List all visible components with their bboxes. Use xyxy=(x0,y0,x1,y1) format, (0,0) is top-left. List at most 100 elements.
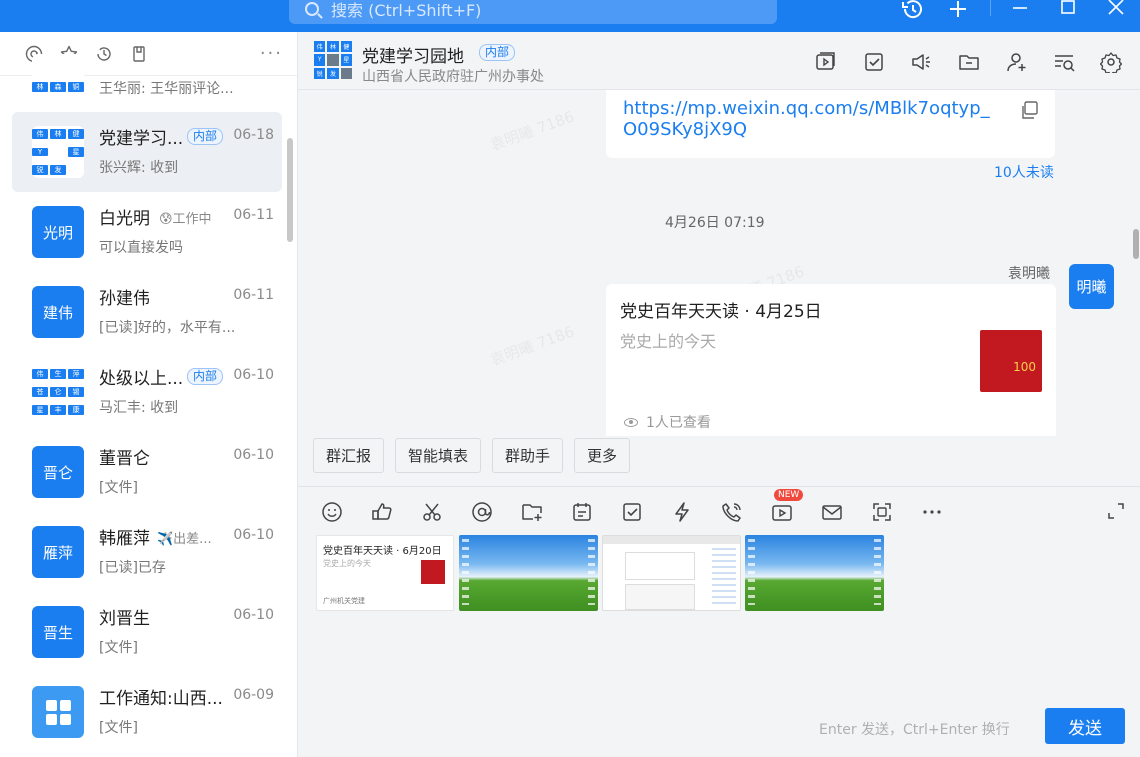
card-title: 党史百年天天读 · 4月25日 xyxy=(620,302,822,322)
conversation-preview: 王华丽: 王华丽评论... xyxy=(99,81,234,97)
chat-subtitle: 山西省人民政府驻广州办事处 xyxy=(362,69,544,85)
conversation-item[interactable]: 工作通知:山西... 06-09 [文件] xyxy=(12,672,282,752)
conversation-name: 刘晋生 xyxy=(99,609,150,629)
flash-icon[interactable] xyxy=(669,499,695,525)
conversation-preview: [文件] xyxy=(99,480,138,496)
maximize-icon[interactable] xyxy=(1054,0,1082,20)
scan-icon[interactable] xyxy=(869,499,895,525)
conversation-date: 06-18 xyxy=(233,127,274,143)
send-button[interactable]: 发送 xyxy=(1045,708,1125,744)
more-actions-button[interactable]: 更多 xyxy=(574,438,631,473)
screenshot-icon[interactable] xyxy=(419,499,445,525)
schedule-icon[interactable] xyxy=(569,499,595,525)
sender-name: 袁明曦 xyxy=(1008,266,1050,282)
search-history-icon[interactable] xyxy=(1052,50,1076,74)
conversation-date: 06-10 xyxy=(233,607,274,623)
add-folder-icon[interactable] xyxy=(519,499,545,525)
conversation-item[interactable]: 晋生 刘晋生 06-10 [文件] xyxy=(12,592,282,672)
title-bar: 搜索 (Ctrl+Shift+F) xyxy=(0,0,1140,32)
group-report-button[interactable]: 群汇报 xyxy=(313,438,385,473)
conversation-item[interactable]: 光明 白光明 😰工作中 06-11 可以直接发吗 xyxy=(12,192,282,272)
new-badge: NEW xyxy=(774,489,804,501)
message-link[interactable]: https://mp.weixin.qq.com/s/MBlk7oqtyp_O0… xyxy=(623,98,1003,140)
internal-tag: 内部 xyxy=(187,368,224,385)
sender-avatar[interactable]: 明曦 xyxy=(1069,264,1114,309)
conversation-preview: [已读]已存 xyxy=(99,560,166,576)
attachment-thumbnail[interactable] xyxy=(459,535,598,611)
attachment-thumbnail[interactable]: 党史百年天天读 · 6月20日 党史上的今天 广州机关党建 xyxy=(316,535,454,611)
task-icon[interactable] xyxy=(862,50,886,74)
smart-form-button[interactable]: 智能填表 xyxy=(395,438,482,473)
conversation-name: 党建学习... xyxy=(99,129,184,149)
message-scrollbar[interactable] xyxy=(1133,229,1139,259)
at-icon[interactable] xyxy=(469,499,495,525)
conversation-date: 06-10 xyxy=(233,367,274,383)
like-icon[interactable] xyxy=(369,499,395,525)
user-status: ✈️出差... xyxy=(157,532,212,547)
quick-actions: 群汇报 智能填表 群助手 更多 xyxy=(313,438,631,473)
watermark: 袁明曦 7186 xyxy=(487,107,577,155)
add-icon[interactable] xyxy=(944,0,972,20)
group-assistant-button[interactable]: 群助手 xyxy=(492,438,564,473)
title-bar-divider xyxy=(990,0,991,16)
sidebar-scrollbar[interactable] xyxy=(287,138,293,242)
user-avatar: 雁萍 xyxy=(32,526,84,578)
link-message[interactable]: https://mp.weixin.qq.com/s/MBlk7oqtyp_O0… xyxy=(606,90,1055,158)
conversation-name: 孙建伟 xyxy=(99,289,150,309)
copy-icon[interactable] xyxy=(1019,100,1039,120)
watermark: 袁明曦 7186 xyxy=(487,322,577,370)
unread-count[interactable]: 10人未读 xyxy=(994,162,1054,182)
conversation-date: 06-09 xyxy=(233,687,274,703)
conversation-preview: 马汇丰: 收到 xyxy=(99,400,179,416)
settings-icon[interactable] xyxy=(1099,50,1123,74)
group-avatar: 林 森 铜 xyxy=(32,54,84,94)
emoji-icon[interactable] xyxy=(319,499,345,525)
eye-icon xyxy=(624,417,638,427)
conversation-item-active[interactable]: 伟林健 Y星 锐发 党建学习... 内部 06-18 张兴辉: 收到 xyxy=(12,112,282,192)
conversation-name: 处级以上... xyxy=(99,369,184,389)
group-avatar: 伟林健 Y星 锐发 xyxy=(314,41,352,79)
card-subtitle: 党史上的今天 xyxy=(620,332,717,351)
conversation-date: 06-11 xyxy=(233,207,274,223)
minimize-icon[interactable] xyxy=(1006,0,1034,20)
expand-icon[interactable] xyxy=(1106,501,1126,521)
grid-apps-icon xyxy=(45,699,71,725)
attachment-thumbnail[interactable] xyxy=(745,535,884,611)
conversation-preview: 张兴辉: 收到 xyxy=(99,160,179,176)
chat-header: 伟林健 Y星 锐发 党建学习园地 内部 山西省人民政府驻广州办事处 xyxy=(298,32,1140,90)
user-avatar: 晋生 xyxy=(32,606,84,658)
history-icon[interactable] xyxy=(898,0,926,20)
conversation-date: 06-10 xyxy=(233,527,274,543)
card-thumbnail-text: 100 xyxy=(1013,360,1036,374)
message-list: 袁明曦 7186 袁明曦 7186 袁明曦 7186 https://mp.we… xyxy=(298,90,1140,436)
chat-title: 党建学习园地 xyxy=(362,47,464,67)
add-member-icon[interactable] xyxy=(1005,50,1029,74)
mail-icon[interactable] xyxy=(819,499,845,525)
announcement-icon[interactable] xyxy=(909,50,933,74)
conversation-item[interactable]: 雁萍 韩雁萍 ✈️出差... 06-10 [已读]已存 xyxy=(12,512,282,592)
search-box[interactable]: 搜索 (Ctrl+Shift+F) xyxy=(289,0,777,24)
user-avatar: 晋仑 xyxy=(32,446,84,498)
phone-icon[interactable] xyxy=(719,499,745,525)
conversation-name: 白光明 xyxy=(99,209,150,229)
conversation-item[interactable]: 建伟 孙建伟 06-11 [已读]好的，水平有... xyxy=(12,272,282,352)
close-icon[interactable] xyxy=(1102,0,1130,20)
conversation-item[interactable]: 晋仑 董晋仑 06-10 [文件] xyxy=(12,432,282,512)
more-icon[interactable] xyxy=(919,499,945,525)
group-avatar: 伟生萍 苍仑锡 星丰康 xyxy=(32,366,84,418)
video-meeting-icon[interactable] xyxy=(814,50,838,74)
conversation-preview: [文件] xyxy=(99,720,138,736)
conversation-item[interactable]: 伟生萍 苍仑锡 星丰康 处级以上... 内部 06-10 马汇丰: 收到 xyxy=(12,352,282,432)
conversation-name: 董晋仑 xyxy=(99,449,150,469)
group-avatar: 伟林健 Y星 锐发 xyxy=(32,126,84,178)
conversation-sidebar: ··· 林 森 铜 王华丽: 王华丽评论... 伟林健 Y星 锐发 党建学习..… xyxy=(0,32,298,757)
article-card-message[interactable]: 党史百年天天读 · 4月25日 党史上的今天 100 1人已查看 xyxy=(606,284,1056,436)
folder-icon[interactable] xyxy=(957,50,981,74)
card-thumbnail: 100 xyxy=(980,330,1042,392)
todo-icon[interactable] xyxy=(619,499,645,525)
internal-tag: 内部 xyxy=(187,128,224,145)
search-icon xyxy=(305,2,319,16)
card-view-count[interactable]: 1人已查看 xyxy=(624,412,711,432)
attachment-thumbnail[interactable] xyxy=(602,535,741,611)
live-icon[interactable] xyxy=(769,499,795,525)
